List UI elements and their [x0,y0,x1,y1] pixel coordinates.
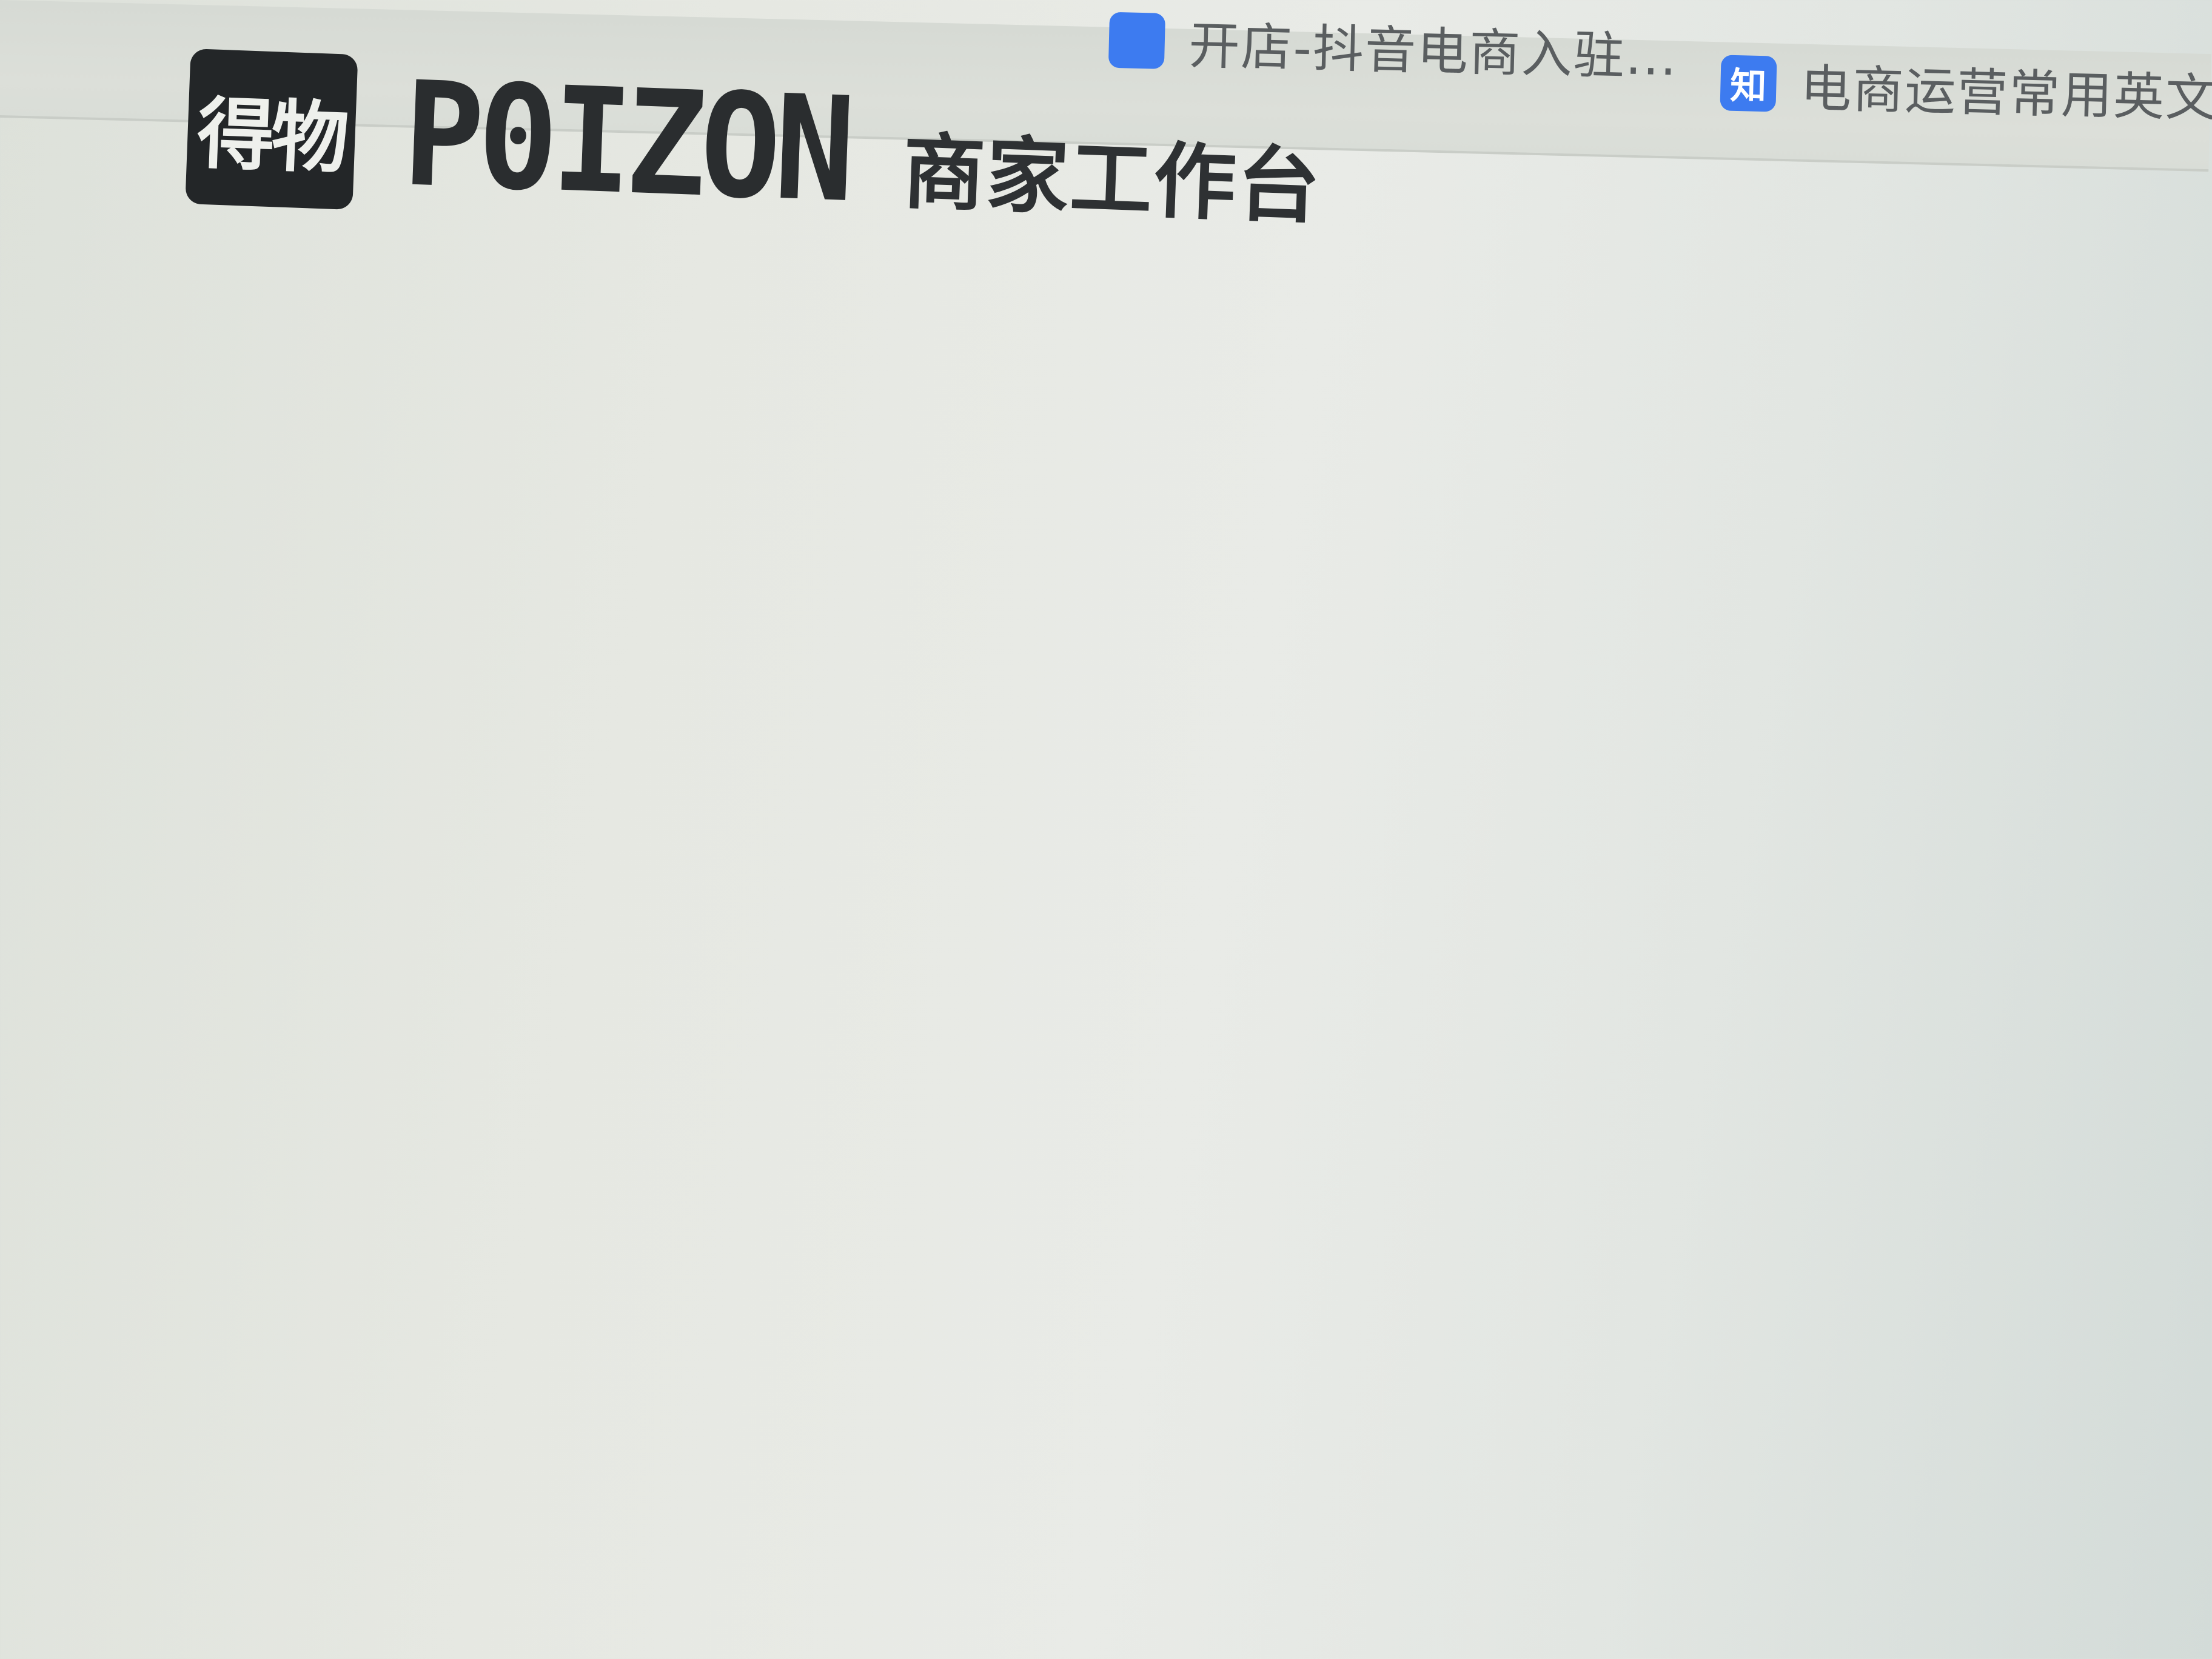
brand-name: P0IZON [400,50,853,235]
dewu-logo-icon[interactable]: 得物 [185,49,358,210]
bookmark-label: 开店-抖音电商入驻... [1188,15,1679,87]
bookmark-label: 电商运营常用英文... [1800,58,2212,130]
portal-title: 商家工作台 [900,124,1323,235]
bookmark-ecommerce-english[interactable]: 知 电商运营常用英文... [1720,45,2212,132]
bookmark-douyin-ecommerce[interactable]: 开店-抖音电商入驻... [1108,3,1678,90]
doc-icon [1108,12,1166,69]
zhihu-icon: 知 [1720,54,1777,112]
main-content-area [0,279,2212,1659]
